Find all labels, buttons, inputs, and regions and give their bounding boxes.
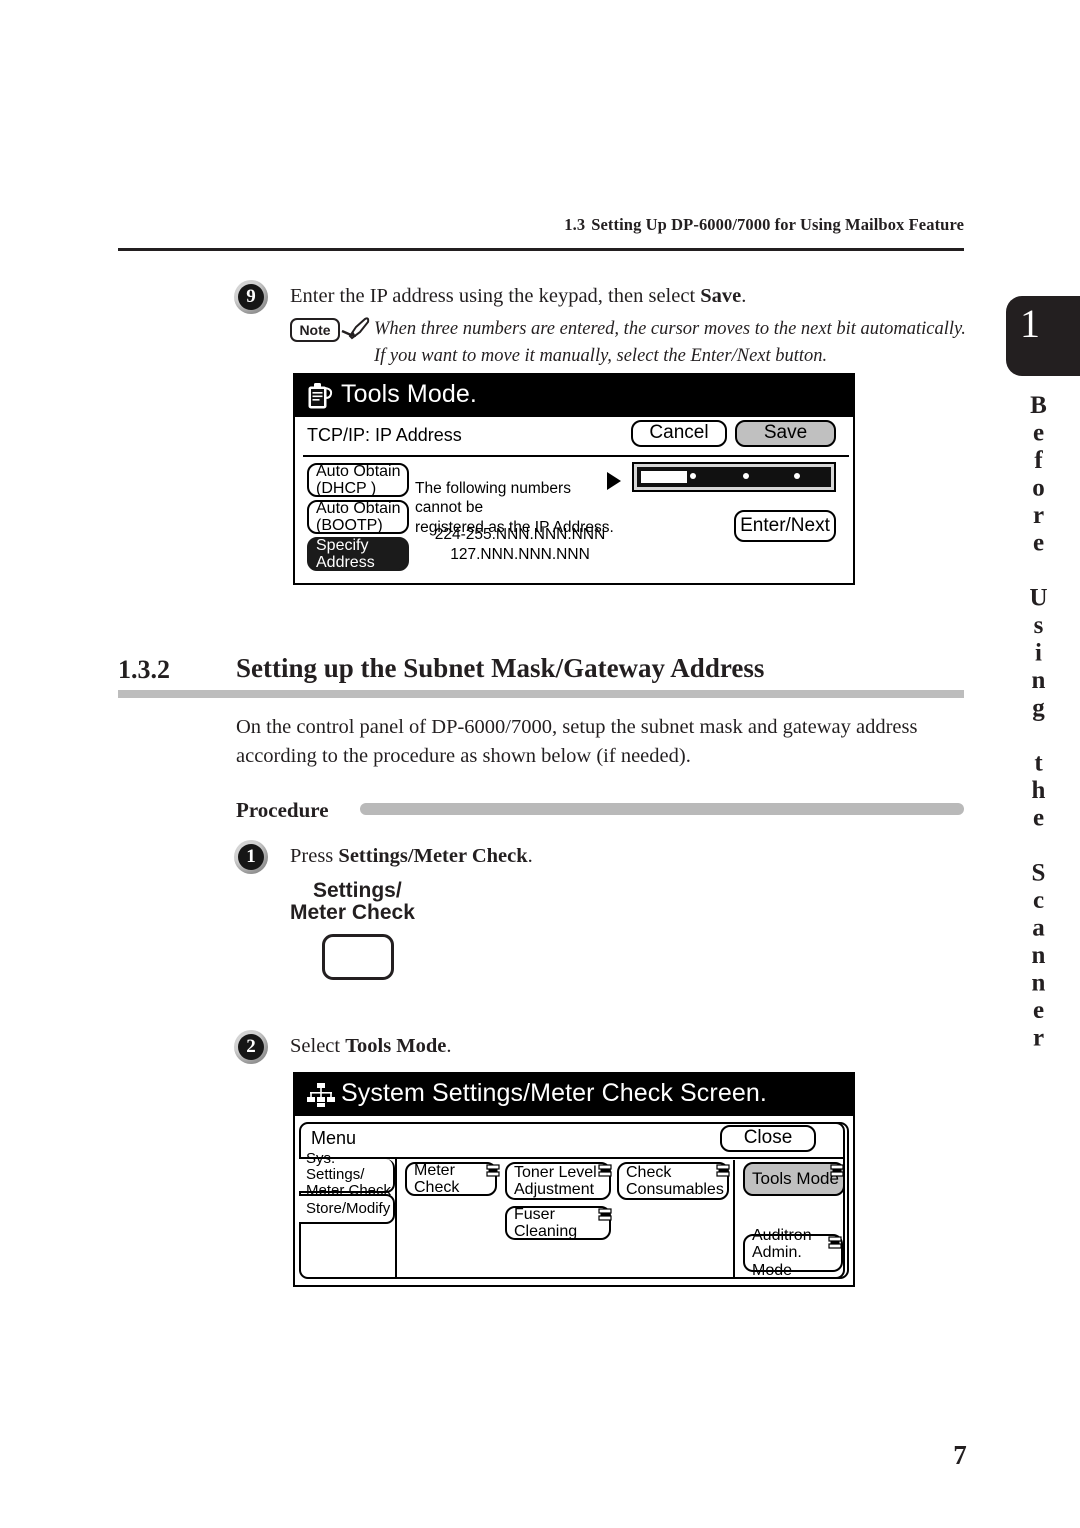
note-text: When three numbers are entered, the curs… bbox=[374, 316, 974, 370]
screen-tools-mode-titlebar: Tools Mode. bbox=[295, 375, 853, 417]
step-9-text-after: . bbox=[741, 285, 747, 307]
screen-system-settings: System Settings/Meter Check Screen. Menu… bbox=[293, 1072, 855, 1287]
toner-level-adjustment-button[interactable]: Toner Level Adjustment bbox=[505, 1162, 611, 1200]
arrow-right-icon bbox=[607, 472, 621, 490]
note-line-1: When three numbers are entered, the curs… bbox=[374, 319, 966, 339]
step-2-text-after: . bbox=[446, 1035, 452, 1057]
toner-level-line2: Adjustment bbox=[514, 1181, 595, 1198]
section-body: On the control panel of DP-6000/7000, se… bbox=[236, 713, 966, 771]
fuser-cleaning-key-icon bbox=[598, 1208, 612, 1221]
section-title: Setting up the Subnet Mask/Gateway Addre… bbox=[236, 653, 765, 683]
ip-restriction-line1: The following numbers cannot be bbox=[415, 480, 571, 517]
step-2-text-before: Select bbox=[290, 1035, 346, 1057]
tab-sys-settings-meter-check[interactable]: Sys. Settings/ Meter Check bbox=[299, 1150, 395, 1199]
meter-check-key-icon bbox=[486, 1164, 500, 1177]
auto-obtain-bootp-button[interactable]: Auto Obtain (BOOTP) bbox=[307, 500, 409, 534]
auto-obtain-bootp-line2: (BOOTP) bbox=[316, 517, 383, 534]
auditron-key-icon bbox=[828, 1236, 842, 1249]
procedure-label: Procedure bbox=[236, 798, 329, 822]
step-1-text-before: Press bbox=[290, 845, 339, 867]
section-rule bbox=[118, 690, 964, 698]
screen-tools-mode-title: Tools Mode. bbox=[341, 380, 477, 408]
tools-mode-label: Tools Mode bbox=[752, 1168, 839, 1188]
step-9-text: Enter the IP address using the keypad, t… bbox=[290, 282, 970, 311]
procedure-bar bbox=[360, 803, 964, 815]
step-number-9: 9 bbox=[234, 280, 268, 314]
toner-level-key-icon bbox=[598, 1164, 612, 1177]
meter-check-label: Meter Check bbox=[414, 1161, 460, 1196]
specify-address-line2: Address bbox=[316, 554, 375, 571]
tcpip-ip-address-label: TCP/IP: IP Address bbox=[307, 425, 462, 445]
tab-sys-settings-line1: Sys. Settings/ bbox=[306, 1149, 365, 1183]
auto-obtain-dhcp-line2: (DHCP ) bbox=[316, 480, 377, 497]
ip-dot-3 bbox=[794, 473, 800, 479]
check-consumables-line2: Consumables bbox=[626, 1181, 724, 1198]
save-button[interactable]: Save bbox=[735, 420, 836, 447]
running-head-section: 1.3 bbox=[564, 215, 586, 234]
tools-mode-key-icon bbox=[830, 1164, 844, 1177]
step-2-text: Select Tools Mode. bbox=[290, 1032, 890, 1061]
cancel-button[interactable]: Cancel bbox=[631, 420, 727, 447]
screen-system-settings-titlebar: System Settings/Meter Check Screen. bbox=[295, 1074, 853, 1116]
check-consumables-line1: Check bbox=[626, 1163, 672, 1181]
chapter-title-vertical: Before Using the Scanner bbox=[1025, 392, 1052, 1052]
ip-address-input-field bbox=[637, 467, 831, 487]
step-9-text-before: Enter the IP address using the keypad, t… bbox=[290, 285, 701, 307]
specify-address-line1: Specify bbox=[316, 536, 369, 554]
menu-label: Menu bbox=[311, 1128, 357, 1148]
auto-obtain-dhcp-button[interactable]: Auto Obtain (DHCP ) bbox=[307, 463, 409, 497]
tab-store-modify-label: Store/Modify bbox=[306, 1199, 391, 1217]
page-number: 7 bbox=[953, 1440, 967, 1470]
section-body-line-2: according to the procedure as shown belo… bbox=[236, 745, 691, 768]
ip-excluded-range-2: 127.NNN.NNN.NNN bbox=[450, 546, 590, 564]
left-tabs-divider bbox=[395, 1159, 397, 1277]
step-2-bold: Tools Mode bbox=[345, 1035, 447, 1057]
running-head: 1.3 Setting Up DP-6000/7000 for Using Mai… bbox=[118, 215, 964, 235]
auditron-line1: Auditron bbox=[752, 1227, 812, 1245]
step-number-2: 2 bbox=[234, 1030, 268, 1064]
screen-system-settings-title: System Settings/Meter Check Screen. bbox=[341, 1079, 767, 1107]
check-consumables-button[interactable]: Check Consumables bbox=[617, 1162, 729, 1200]
section-body-line-1: On the control panel of DP-6000/7000, se… bbox=[236, 716, 918, 738]
pencil-icon bbox=[341, 317, 370, 340]
fuser-cleaning-button[interactable]: Fuser Cleaning bbox=[505, 1206, 611, 1240]
chapter-thumb-tab: 1 bbox=[1006, 296, 1080, 376]
step-9-bold: Save bbox=[700, 285, 742, 307]
ip-excluded-ranges: 224-255.NNN.NNN.NNN 127.NNN.NNN.NNN bbox=[415, 525, 625, 565]
close-button[interactable]: Close bbox=[720, 1125, 816, 1152]
note-line-2: If you want to move it manually, select … bbox=[374, 345, 828, 366]
ip-dot-2 bbox=[743, 473, 749, 479]
ip-cursor bbox=[641, 471, 687, 483]
screen-tools-mode: Tools Mode. TCP/IP: IP Address Cancel Sa… bbox=[293, 373, 855, 585]
enter-next-button[interactable]: Enter/Next bbox=[734, 510, 836, 542]
note-badge: Note bbox=[290, 318, 340, 342]
toner-level-line1: Toner Level bbox=[514, 1163, 597, 1181]
ip-excluded-range-1: 224-255.NNN.NNN.NNN bbox=[434, 526, 606, 543]
subtitle-divider bbox=[303, 455, 849, 457]
step-1-bold: Settings/Meter Check bbox=[338, 845, 528, 867]
ip-dot-1 bbox=[690, 473, 696, 479]
tools-clipboard-icon bbox=[308, 383, 333, 409]
tab-store-modify[interactable]: Store/Modify bbox=[299, 1194, 395, 1224]
hierarchy-icon bbox=[307, 1083, 335, 1107]
auto-obtain-bootp-line1: Auto Obtain bbox=[316, 499, 401, 517]
ip-address-input[interactable] bbox=[632, 462, 836, 492]
chapter-number: 1 bbox=[1020, 301, 1040, 346]
step-number-1: 1 bbox=[234, 840, 268, 874]
step-1-text-after: . bbox=[527, 845, 533, 867]
hardware-key-label-line2: Meter Check bbox=[290, 901, 415, 924]
settings-meter-check-hardware-key[interactable] bbox=[322, 934, 394, 980]
step-1-text: Press Settings/Meter Check. bbox=[290, 842, 890, 871]
specify-address-button[interactable]: Specify Address bbox=[307, 537, 409, 571]
fuser-cleaning-label: Fuser Cleaning bbox=[514, 1205, 578, 1240]
right-column-divider bbox=[733, 1160, 735, 1278]
check-consumables-key-icon bbox=[716, 1164, 730, 1177]
header-rule bbox=[118, 248, 964, 251]
section-number: 1.3.2 bbox=[118, 655, 170, 684]
running-head-title: Setting Up DP-6000/7000 for Using Mailbo… bbox=[591, 215, 964, 234]
meter-check-button[interactable]: Meter Check bbox=[405, 1162, 497, 1196]
auto-obtain-dhcp-line1: Auto Obtain bbox=[316, 462, 401, 480]
